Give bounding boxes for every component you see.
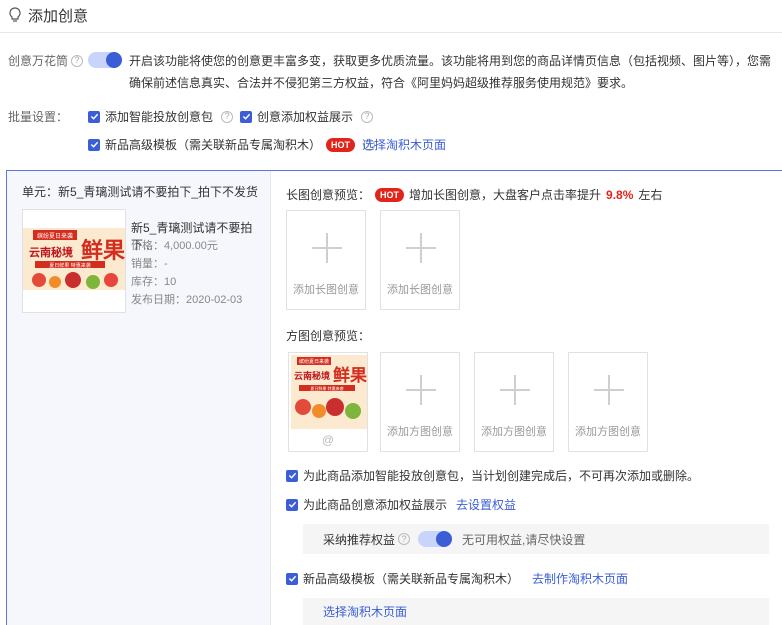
image-big-text: 鲜果: [333, 365, 367, 386]
header-divider: [0, 32, 782, 33]
fruit-banner-image: 缤纷夏日来袭 云南秘境 鲜果 夏日鲜果 特惠来袭: [23, 210, 125, 312]
square-creative-thumbnail[interactable]: 缤纷夏日来袭 云南秘境 鲜果 夏日鲜果 特惠来袭 @: [288, 352, 368, 452]
product-sales: 销量：-: [131, 258, 168, 270]
page-header: 添加创意: [8, 4, 88, 26]
unit-title: 单元：新5_青璃测试请不要拍下_拍下不发货: [22, 185, 259, 199]
plus-icon: [406, 233, 436, 263]
batch-select-page-link-row: 选择淘积木页面: [362, 136, 446, 153]
batch-item-label: 新品高级模板（需关联新品专属淘积木）: [105, 138, 322, 152]
recommended-rights-box: 采纳推荐权益 ? 无可用权益,请尽快设置: [303, 524, 769, 554]
toggle-knob: [106, 52, 122, 68]
long-preview-tip-prefix: 增加长图创意，大盘客户点击率提升: [409, 188, 602, 202]
add-square-creative-slot[interactable]: 添加方图创意: [568, 352, 648, 452]
image-sub-text: 夏日鲜果 特惠来袭: [310, 385, 343, 391]
image-sub-text: 夏日鲜果 特惠来袭: [49, 262, 91, 269]
select-page-box: 选择淘积木页面: [303, 598, 769, 625]
checkbox-checked-icon[interactable]: [88, 110, 100, 123]
image-main-text: 云南秘境: [29, 245, 73, 259]
option-rights[interactable]: 为此商品创意添加权益展示 去设置权益: [286, 496, 516, 513]
product-stock: 库存：10: [131, 276, 177, 288]
batch-item-template[interactable]: 新品高级模板（需关联新品专属淘积木） HOT ?: [88, 136, 376, 153]
image-main-text: 云南秘境: [294, 370, 330, 382]
add-long-creative-slot[interactable]: 添加长图创意: [286, 210, 366, 310]
lightbulb-icon: [9, 7, 21, 22]
recommended-rights-note: 无可用权益,请尽快设置: [462, 532, 586, 547]
option-label: 为此商品添加智能投放创意包，当计划创建完成后，不可再次添加或删除。: [303, 469, 700, 483]
plus-icon: [500, 375, 530, 405]
checkbox-checked-icon[interactable]: [286, 498, 298, 511]
recommended-rights-label: 采纳推荐权益: [323, 532, 396, 547]
toggle-knob: [436, 531, 453, 547]
kaleidoscope-label: 创意万花筒: [8, 54, 69, 68]
kaleidoscope-label-row: 创意万花筒 ?: [8, 52, 84, 69]
image-tag-text: 缤纷夏日来袭: [37, 232, 73, 240]
product-publish-date: 发布日期：2020-02-03: [131, 294, 243, 306]
batch-label-row: 批量设置：: [8, 108, 68, 125]
select-page-link[interactable]: 选择淘积木页面: [323, 603, 407, 620]
slot-label: 添加长图创意: [387, 284, 453, 296]
option-template[interactable]: 新品高级模板（需关联新品专属淘积木） 去制作淘积木页面: [286, 570, 628, 587]
page-title: 添加创意: [28, 7, 89, 25]
plus-icon: [312, 233, 342, 263]
checkbox-checked-icon[interactable]: [286, 469, 298, 482]
batch-item-rights[interactable]: 创意添加权益展示 ?: [240, 108, 374, 125]
long-preview-label: 长图创意预览：: [286, 188, 371, 202]
add-square-creative-slot[interactable]: 添加方图创意: [474, 352, 554, 452]
slot-label: 添加方图创意: [481, 426, 547, 438]
batch-item-label: 创意添加权益展示: [257, 110, 354, 124]
option-label: 新品高级模板（需关联新品专属淘积木）: [303, 572, 520, 586]
checkbox-checked-icon[interactable]: [240, 110, 252, 123]
image-tag-text: 缤纷夏日来袭: [299, 358, 329, 365]
plus-icon: [406, 375, 436, 405]
image-big-text: 鲜果: [81, 239, 125, 264]
kaleidoscope-description: 开启该功能将使您的创意更丰富多变，获取更多优质流量。该功能将用到您的商品详情页信…: [129, 54, 772, 90]
slot-label: 添加长图创意: [293, 284, 359, 296]
product-image: 缤纷夏日来袭 云南秘境 鲜果 夏日鲜果 特惠来袭: [22, 209, 126, 313]
square-preview-header: 方图创意预览：: [286, 327, 370, 344]
set-rights-link[interactable]: 去设置权益: [456, 496, 516, 513]
make-page-link[interactable]: 去制作淘积木页面: [532, 570, 628, 587]
select-page-link[interactable]: 选择淘积木页面: [362, 136, 446, 153]
long-preview-header: 长图创意预览： HOT 增加长图创意，大盘客户点击率提升 9.8% 左右: [286, 186, 662, 203]
long-preview-tip-suffix: 左右: [638, 188, 663, 202]
slot-label: 添加方图创意: [387, 426, 453, 438]
product-price: 价格：4,000.00元: [131, 240, 218, 252]
checkbox-checked-icon[interactable]: [88, 138, 100, 151]
help-icon[interactable]: ?: [361, 110, 374, 123]
product-panel: 单元：新5_青璃测试请不要拍下_拍下不发货 缤纷夏日来袭 云南秘境 鲜果 夏日鲜…: [7, 171, 271, 625]
fruit-banner-image: 缤纷夏日来袭 云南秘境 鲜果 夏日鲜果 特惠来袭: [291, 355, 367, 429]
help-icon[interactable]: ?: [71, 54, 84, 67]
hot-badge: HOT: [326, 137, 356, 152]
kaleidoscope-toggle[interactable]: [88, 52, 122, 68]
square-creative-image: 缤纷夏日来袭 云南秘境 鲜果 夏日鲜果 特惠来袭: [291, 355, 367, 429]
hot-badge: HOT: [375, 187, 405, 202]
checkbox-checked-icon[interactable]: [286, 572, 298, 585]
help-icon[interactable]: ?: [221, 110, 234, 123]
at-icon: @: [321, 433, 335, 447]
help-icon[interactable]: ?: [398, 533, 411, 545]
slot-label: 添加方图创意: [575, 426, 641, 438]
option-label: 为此商品创意添加权益展示: [303, 498, 448, 512]
add-long-creative-slot[interactable]: 添加长图创意: [380, 210, 460, 310]
add-square-creative-slot[interactable]: 添加方图创意: [380, 352, 460, 452]
batch-item-smart-pack[interactable]: 添加智能投放创意包 ?: [88, 108, 234, 125]
option-smart-pack[interactable]: 为此商品添加智能投放创意包，当计划创建完成后，不可再次添加或删除。: [286, 467, 699, 484]
batch-item-label: 添加智能投放创意包: [105, 110, 214, 124]
plus-icon: [594, 375, 624, 405]
square-preview-label: 方图创意预览：: [286, 329, 371, 343]
batch-label: 批量设置：: [8, 110, 69, 124]
long-preview-tip-value: 9.8%: [606, 187, 634, 202]
recommended-rights-toggle[interactable]: [418, 531, 453, 547]
